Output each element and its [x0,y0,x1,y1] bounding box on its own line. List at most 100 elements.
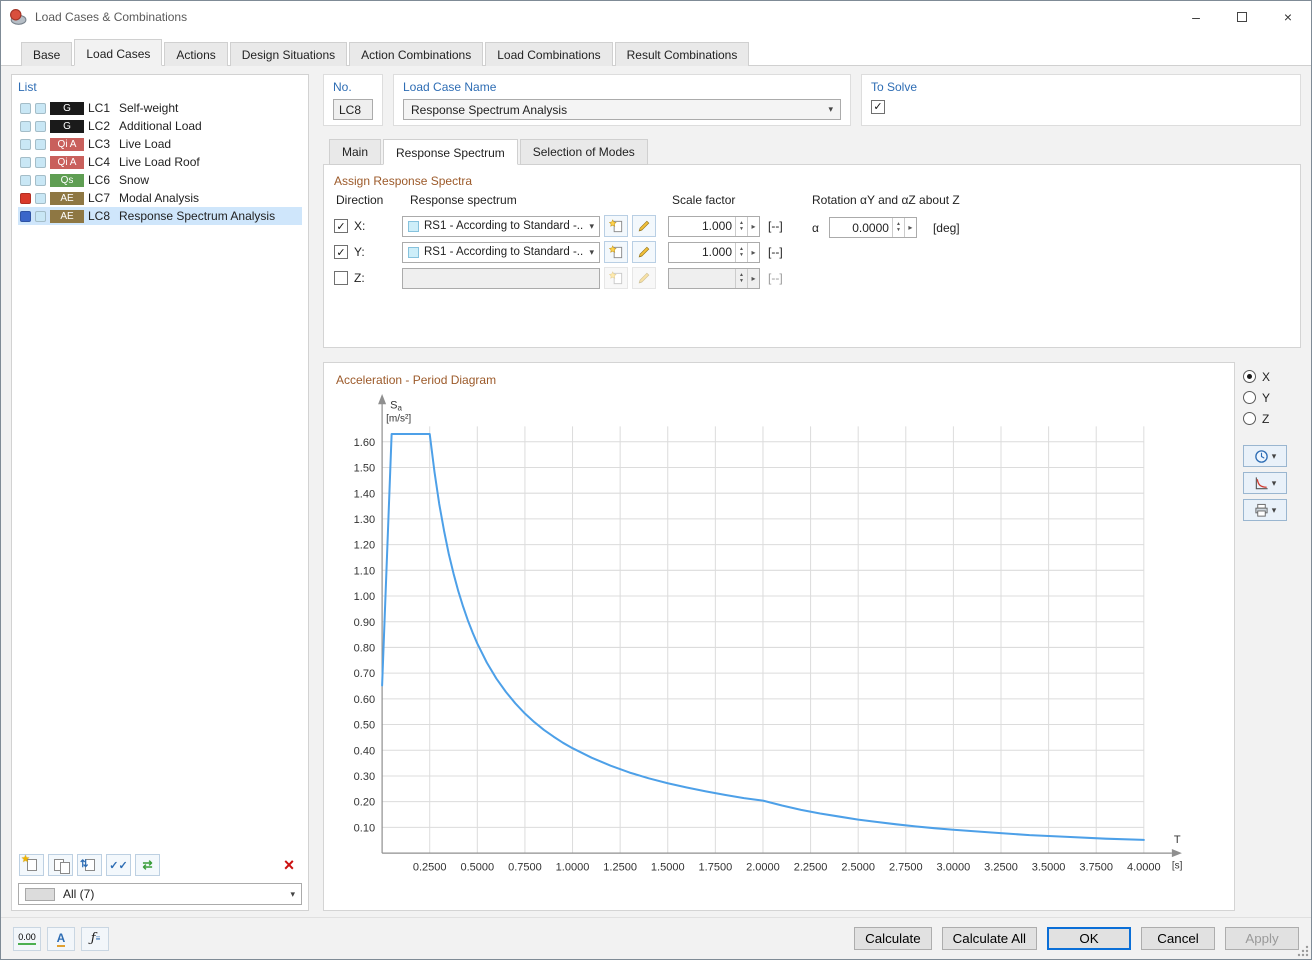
number-field-box: No. LC8 [323,74,383,126]
load-case-name: Additional Load [119,119,202,133]
load-case-row-lc1[interactable]: GLC1Self-weight [18,99,302,117]
tab-load-combinations[interactable]: Load Combinations [485,42,612,66]
ok-button[interactable]: OK [1047,927,1131,950]
time-settings-button[interactable]: ▾ [1243,445,1287,467]
load-case-id: LC2 [88,119,115,133]
svg-text:T: T [1174,834,1181,846]
direction-y-checkbox[interactable]: ✓ [334,245,348,259]
edit-spectrum-button-y[interactable] [632,241,656,263]
close-button[interactable]: × [1265,1,1311,32]
load-case-row-lc4[interactable]: Qi ALC4Live Load Roof [18,153,302,171]
svg-text:0.10: 0.10 [354,822,375,834]
spectrum-combobox-y[interactable]: RS1 - According to Standard -...▾ [402,242,600,263]
tab-load-cases[interactable]: Load Cases [74,39,162,66]
svg-text:1.30: 1.30 [354,514,375,526]
load-case-list: GLC1Self-weightGLC2Additional LoadQi ALC… [18,99,302,849]
rotation-angle-spinner[interactable]: 0.0000 ▲▼ ▸ [829,217,917,238]
formula-lines-icon: ≡ [96,934,100,943]
svg-text:1.2500: 1.2500 [603,861,637,873]
check-all-button[interactable]: ✓✓ [106,854,131,876]
minimize-button[interactable]: – [1173,1,1219,32]
toggle-solve-button[interactable]: ⇄ [135,854,160,876]
load-case-row-lc6[interactable]: QsLC6Snow [18,171,302,189]
spectrum-name: RS1 - According to Standard -... [424,220,584,232]
load-case-marker2-icon [35,211,46,222]
chevron-down-icon: ▾ [589,221,594,232]
load-case-marker-icon [20,175,31,186]
spinner-arrows-icon[interactable]: ▲▼ [892,218,904,237]
chevron-down-icon: ▾ [589,247,594,258]
print-button[interactable]: ▾ [1243,499,1287,521]
load-case-name-combobox[interactable]: Response Spectrum Analysis ▾ [403,99,841,120]
load-case-marker-icon [20,103,31,114]
decimal-places-button[interactable]: 0.00 [13,927,41,951]
load-case-marker-icon [20,211,31,222]
to-solve-checkbox[interactable]: ✓ [871,100,885,114]
apply-button[interactable]: Apply [1225,927,1299,950]
renumber-arrows-icon: ⇅ [80,859,88,870]
spinner-arrows-icon[interactable]: ▲▼ [735,217,747,236]
maximize-icon [1237,12,1247,22]
resize-grip[interactable] [1296,944,1309,957]
tab-design-situations[interactable]: Design Situations [230,42,347,66]
direction-radio-y[interactable]: Y [1243,387,1301,408]
direction-radio-x[interactable]: X [1243,366,1301,387]
new-spectrum-icon [609,245,624,260]
column-rotation: Rotation αY and αZ about Z [812,193,960,207]
load-case-row-lc8[interactable]: AELC8Response Spectrum Analysis [18,207,302,225]
parameter-arrow-icon[interactable]: ▸ [747,269,759,288]
tab-base[interactable]: Base [21,42,72,66]
direction-z-label: Z: [354,271,402,285]
scale-factor-spinner-x[interactable]: 1.000▲▼▸ [668,216,760,237]
svg-text:1.7500: 1.7500 [699,861,733,873]
dialog-content: List GLC1Self-weightGLC2Additional LoadQ… [1,66,1311,917]
diagram-display-button[interactable]: ▾ [1243,472,1287,494]
svg-text:0.7500: 0.7500 [508,861,542,873]
dialog-footer: 0.00 A ƒ≡ Calculate Calculate All OK Cancel… [1,917,1311,959]
formula-button[interactable]: ƒ≡ [81,927,109,951]
spinner-arrows-icon[interactable]: ▲▼ [735,269,747,288]
direction-radio-z[interactable]: Z [1243,408,1301,429]
radio-icon [1243,412,1256,425]
load-case-row-lc3[interactable]: Qi ALC3Live Load [18,135,302,153]
filter-color-swatch [25,888,55,901]
spinner-arrows-icon[interactable]: ▲▼ [735,243,747,262]
new-load-case-button[interactable]: ★ [19,854,44,876]
load-case-name: Response Spectrum Analysis [119,209,275,223]
column-spectrum: Response spectrum [410,193,517,207]
calculate-button[interactable]: Calculate [854,927,932,950]
new-spectrum-button-x[interactable] [604,215,628,237]
name-label: Load Case Name [403,80,841,94]
cancel-button[interactable]: Cancel [1141,927,1215,950]
subtab-response-spectrum[interactable]: Response Spectrum [383,139,518,165]
scale-factor-spinner-z: ▲▼▸ [668,268,760,289]
units-button[interactable]: A [47,927,75,951]
copy-load-case-button[interactable] [48,854,73,876]
tab-action-combinations[interactable]: Action Combinations [349,42,483,66]
parameter-arrow-icon[interactable]: ▸ [904,218,916,237]
scale-factor-spinner-y[interactable]: 1.000▲▼▸ [668,242,760,263]
edit-spectrum-button-x[interactable] [632,215,656,237]
svg-text:4.0000: 4.0000 [1127,861,1161,873]
tab-result-combinations[interactable]: Result Combinations [615,42,750,66]
new-spectrum-button-y[interactable] [604,241,628,263]
delete-load-case-button[interactable]: × [277,854,301,876]
tab-actions[interactable]: Actions [164,42,227,66]
direction-x-checkbox[interactable]: ✓ [334,219,348,233]
calculate-all-button[interactable]: Calculate All [942,927,1037,950]
parameter-arrow-icon[interactable]: ▸ [747,217,759,236]
subtab-main[interactable]: Main [329,139,381,165]
renumber-load-cases-button[interactable]: ⇅ [77,854,102,876]
spectrum-combobox-x[interactable]: RS1 - According to Standard -... ▾ [402,216,600,237]
list-filter-dropdown[interactable]: All (7) ▾ [18,883,302,905]
direction-z-checkbox[interactable] [334,271,348,285]
subtab-selection-of-modes[interactable]: Selection of Modes [520,139,648,165]
load-case-name: Live Load Roof [119,155,200,169]
edit-spectrum-button-z [632,267,656,289]
spectrum-combobox-z [402,268,600,289]
load-case-row-lc2[interactable]: GLC2Additional Load [18,117,302,135]
load-case-row-lc7[interactable]: AELC7Modal Analysis [18,189,302,207]
parameter-arrow-icon[interactable]: ▸ [747,243,759,262]
maximize-button[interactable] [1219,1,1265,32]
svg-text:0.30: 0.30 [354,771,375,783]
